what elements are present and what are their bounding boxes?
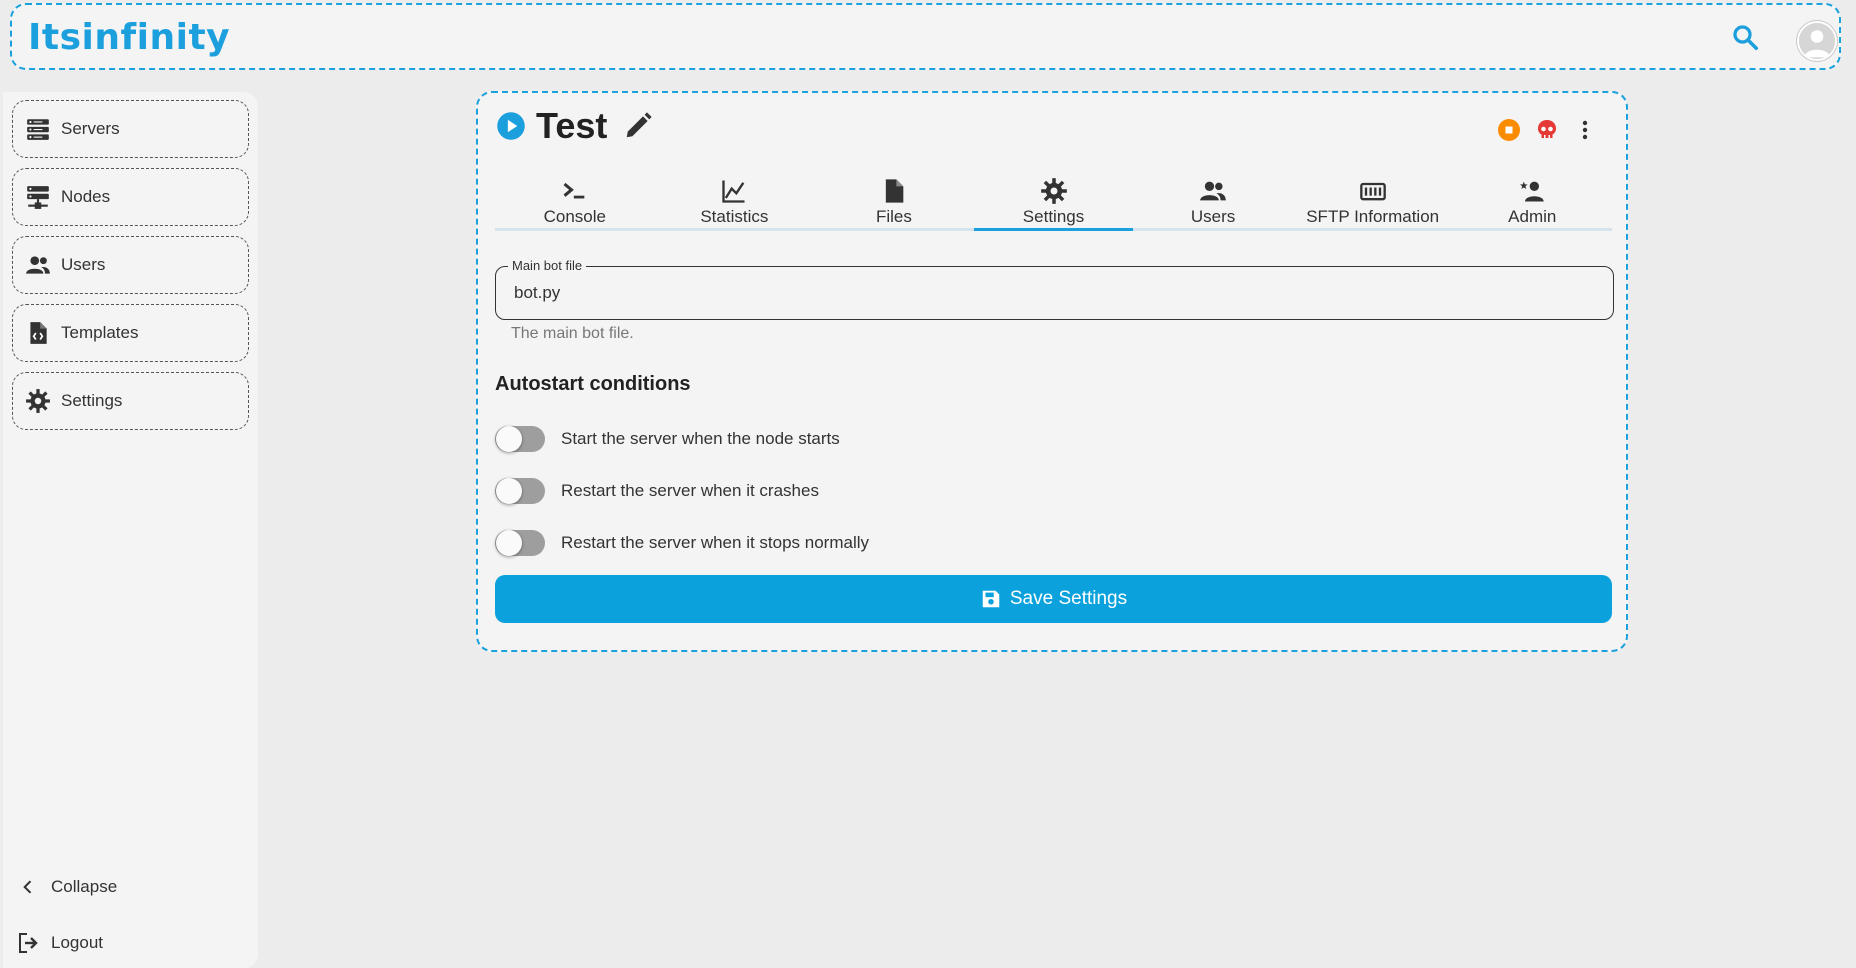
toggle-restart-on-stop[interactable] [495,530,545,556]
users-icon [26,256,50,274]
collapse-label: Collapse [51,877,118,896]
toggle-knob [496,478,522,504]
tab-settings[interactable]: Settings [973,171,1134,231]
logout-label: Logout [51,933,103,952]
toggle-label: Start the server when the node starts [561,429,840,448]
main-bot-file-field: Main bot file [495,258,1614,320]
collapse-button[interactable]: Collapse [15,874,117,900]
file-icon [885,179,904,203]
gear-icon [26,389,50,413]
toggle-knob [496,426,522,452]
terminal-icon [563,182,585,199]
kill-button[interactable] [1534,117,1560,143]
toggle-row-restart-on-stop: Restart the server when it stops normall… [495,530,869,556]
stop-icon [1498,119,1520,141]
main-bot-file-label: Main bot file [508,258,587,273]
search-icon[interactable] [1730,22,1760,52]
chart-line-icon [722,180,745,203]
server-tabs: Console Statistics Files Settings Users … [495,171,1612,231]
toggle-knob [496,530,522,556]
top-header: Itsinfinity [10,3,1841,70]
sidebar-item-users[interactable]: Users [12,236,249,294]
nodes-icon [27,186,49,209]
save-icon [982,590,1000,608]
template-file-icon [30,322,47,344]
stop-button[interactable] [1496,117,1522,143]
tab-label: Settings [1022,207,1085,226]
tab-users[interactable]: Users [1133,171,1293,228]
server-title: Test [536,105,608,146]
power-controls [1496,117,1598,143]
tab-admin[interactable]: Admin [1452,171,1612,228]
servers-icon [27,119,49,140]
avatar[interactable] [1797,21,1837,61]
users-icon [1200,181,1226,201]
main-bot-file-helper: The main bot file. [511,325,634,342]
sidebar-item-templates[interactable]: Templates [12,304,249,362]
chevron-left-icon [15,874,41,900]
sidebar-item-nodes[interactable]: Nodes [12,168,249,226]
toggle-row-start-on-node: Start the server when the node starts [495,426,840,452]
tab-label: Users [1190,207,1236,226]
tab-sftp-information[interactable]: SFTP Information [1293,171,1453,228]
tab-label: Statistics [700,207,769,226]
sidebar-item-settings[interactable]: Settings [12,372,249,430]
server-title-row: Test [496,105,653,147]
toggle-restart-on-crash[interactable] [495,478,545,504]
gear-icon [1040,178,1067,204]
tab-label: Console [543,207,606,226]
tab-console[interactable]: Console [495,171,655,228]
pencil-icon[interactable] [623,111,653,141]
server-card: Test Console Statistics Files Settings U… [476,91,1628,652]
save-settings-label: Save Settings [1009,588,1128,609]
tab-label: SFTP Information [1306,207,1440,226]
tab-statistics[interactable]: Statistics [655,171,815,228]
toggle-label: Restart the server when it stops normall… [561,533,870,552]
sidebar-item-servers[interactable]: Servers [12,100,249,158]
sidebar-item-label: Servers [61,119,120,138]
play-circle-icon [497,112,525,140]
sidebar-item-label: Templates [61,323,139,342]
admin-user-icon [1520,181,1544,202]
more-vertical-icon [1582,120,1588,140]
more-options-button[interactable] [1572,117,1598,143]
user-avatar-icon [1799,23,1835,59]
logout-button[interactable]: Logout [15,930,103,956]
autostart-title: Autostart conditions [495,373,691,395]
tab-label: Admin [1508,207,1557,226]
kill-skull-icon [1538,120,1556,138]
sidebar: Servers Nodes Users Templates Settings C… [3,92,258,968]
sidebar-item-label: Nodes [61,187,111,206]
sidebar-item-label: Settings [61,391,123,410]
toggle-start-on-node[interactable] [495,426,545,452]
toggle-row-restart-on-crash: Restart the server when it crashes [495,478,819,504]
save-settings-button[interactable]: Save Settings [495,575,1612,623]
tab-files[interactable]: Files [814,171,974,228]
tab-label: Files [875,207,912,226]
sidebar-item-label: Users [61,255,106,274]
toggle-label: Restart the server when it crashes [561,481,819,500]
main-bot-file-input[interactable] [512,280,1592,306]
logo[interactable]: Itsinfinity [28,17,230,58]
sftp-icon [1359,182,1386,201]
logout-icon [15,930,41,956]
